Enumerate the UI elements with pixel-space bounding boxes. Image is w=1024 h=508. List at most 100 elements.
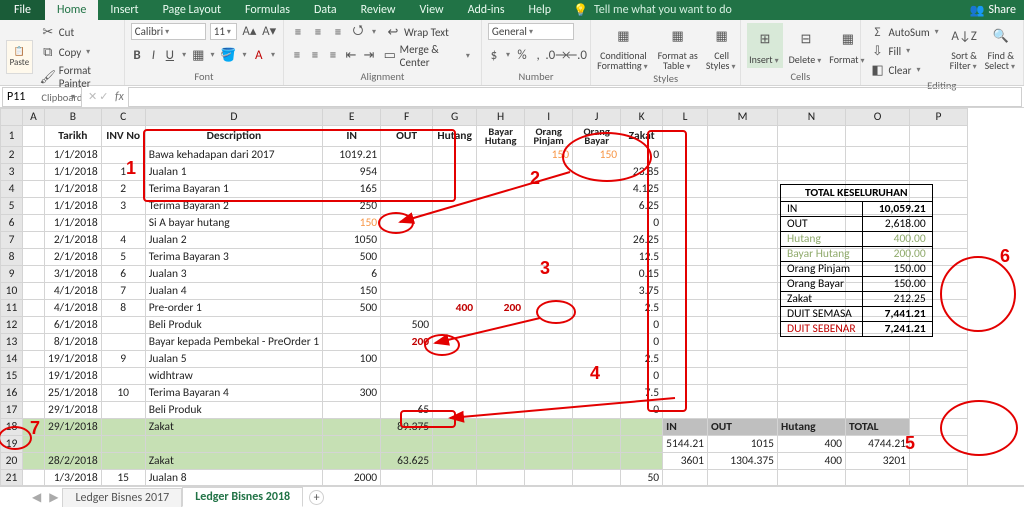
cell[interactable]: Hutang	[778, 419, 846, 436]
tab-view[interactable]: View	[408, 0, 456, 20]
cancel-icon[interactable]: ✕	[88, 90, 97, 103]
cell[interactable]	[23, 351, 45, 368]
cell[interactable]	[381, 249, 433, 266]
cell[interactable]	[23, 249, 45, 266]
cell[interactable]	[573, 266, 621, 283]
header-cell[interactable]: IN	[323, 126, 381, 147]
cell[interactable]: 150	[573, 147, 621, 164]
cell[interactable]: 165	[323, 181, 381, 198]
cell[interactable]: 6	[323, 266, 381, 283]
cell[interactable]	[846, 164, 910, 181]
cell[interactable]: widhtraw	[145, 368, 322, 385]
cell[interactable]: 2.5	[621, 351, 663, 368]
cell[interactable]	[663, 351, 708, 368]
cell[interactable]	[708, 283, 778, 300]
cell[interactable]	[525, 368, 573, 385]
cell[interactable]	[525, 215, 573, 232]
row-header[interactable]: 16	[1, 385, 23, 402]
cell[interactable]: 19/1/2018	[45, 351, 102, 368]
cell[interactable]: Zakat	[145, 453, 322, 470]
cell[interactable]	[323, 436, 381, 453]
tab-formulas[interactable]: Formulas	[233, 0, 302, 20]
cell[interactable]: Jualan 2	[145, 232, 322, 249]
col-header[interactable]: E	[323, 109, 381, 126]
cell[interactable]	[23, 317, 45, 334]
cell[interactable]	[910, 419, 968, 436]
indent-inc-icon[interactable]: ⇥	[362, 48, 376, 64]
cell[interactable]: 200	[477, 300, 525, 317]
row-header[interactable]: 12	[1, 317, 23, 334]
cell[interactable]	[381, 351, 433, 368]
cell[interactable]	[433, 436, 477, 453]
cell[interactable]	[477, 368, 525, 385]
cell[interactable]	[525, 334, 573, 351]
cell[interactable]	[381, 181, 433, 198]
cell[interactable]	[381, 436, 433, 453]
cell[interactable]	[101, 402, 145, 419]
cell[interactable]	[778, 164, 846, 181]
cell[interactable]	[663, 470, 708, 487]
cell[interactable]	[23, 385, 45, 402]
new-sheet-button[interactable]: +	[309, 490, 324, 505]
cell[interactable]: 500	[381, 317, 433, 334]
comma-icon[interactable]: ,	[532, 47, 544, 63]
cell[interactable]	[663, 126, 708, 147]
fill-color-icon[interactable]: 🪣	[221, 47, 237, 63]
cell[interactable]	[573, 385, 621, 402]
cell[interactable]	[573, 249, 621, 266]
cell[interactable]	[778, 368, 846, 385]
cell[interactable]	[433, 402, 477, 419]
cell[interactable]	[381, 215, 433, 232]
cell[interactable]	[663, 164, 708, 181]
cell[interactable]	[525, 453, 573, 470]
cell[interactable]	[433, 266, 477, 283]
cell[interactable]: 8	[101, 300, 145, 317]
cell[interactable]: 28/2/2018	[45, 453, 102, 470]
cell[interactable]: 400	[433, 300, 477, 317]
cell[interactable]: 0	[621, 317, 663, 334]
cell[interactable]: 29/1/2018	[45, 419, 102, 436]
menu-bar[interactable]: File Home Insert Page Layout Formulas Da…	[0, 0, 1024, 20]
row-header[interactable]: 11	[1, 300, 23, 317]
cell[interactable]	[846, 147, 910, 164]
sheet-tab-1[interactable]: Ledger Bisnes 2017	[62, 488, 182, 507]
cell[interactable]	[381, 164, 433, 181]
row-header[interactable]: 8	[1, 249, 23, 266]
cell[interactable]	[708, 470, 778, 487]
sheet-nav-next[interactable]: ▶	[45, 490, 62, 505]
cell[interactable]	[525, 470, 573, 487]
cell[interactable]: 300	[323, 385, 381, 402]
cell[interactable]: 6	[101, 266, 145, 283]
cell[interactable]: 954	[323, 164, 381, 181]
cell[interactable]	[433, 198, 477, 215]
cell[interactable]	[23, 419, 45, 436]
cell[interactable]	[573, 181, 621, 198]
col-header[interactable]: L	[663, 109, 708, 126]
cell[interactable]: 0	[621, 334, 663, 351]
cell[interactable]: 1/1/2018	[45, 147, 102, 164]
cell[interactable]	[708, 368, 778, 385]
cell[interactable]	[525, 232, 573, 249]
cell[interactable]	[477, 249, 525, 266]
cell[interactable]: 2/1/2018	[45, 249, 102, 266]
cell[interactable]: 150	[525, 147, 573, 164]
worksheet-grid[interactable]: ABCDEFGHIJKLMNOP1TarikhINV NoDescription…	[0, 108, 1024, 486]
cell[interactable]	[778, 351, 846, 368]
cell[interactable]	[477, 419, 525, 436]
font-size-select[interactable]: 11▾	[210, 23, 238, 40]
cell[interactable]	[477, 266, 525, 283]
cell[interactable]: 4744.21	[846, 436, 910, 453]
cell[interactable]	[101, 317, 145, 334]
cell[interactable]: Terima Bayaran 3	[145, 249, 322, 266]
delete-button[interactable]: ⊟Delete▾	[789, 25, 824, 66]
cell[interactable]: 3/1/2018	[45, 266, 102, 283]
col-header[interactable]: P	[910, 109, 968, 126]
cell[interactable]	[101, 368, 145, 385]
cell[interactable]: 6.25	[621, 198, 663, 215]
row-header[interactable]: 18	[1, 419, 23, 436]
cell[interactable]	[101, 147, 145, 164]
cell[interactable]: 3201	[846, 453, 910, 470]
cell[interactable]	[23, 368, 45, 385]
cell[interactable]	[573, 300, 621, 317]
cell[interactable]	[573, 419, 621, 436]
